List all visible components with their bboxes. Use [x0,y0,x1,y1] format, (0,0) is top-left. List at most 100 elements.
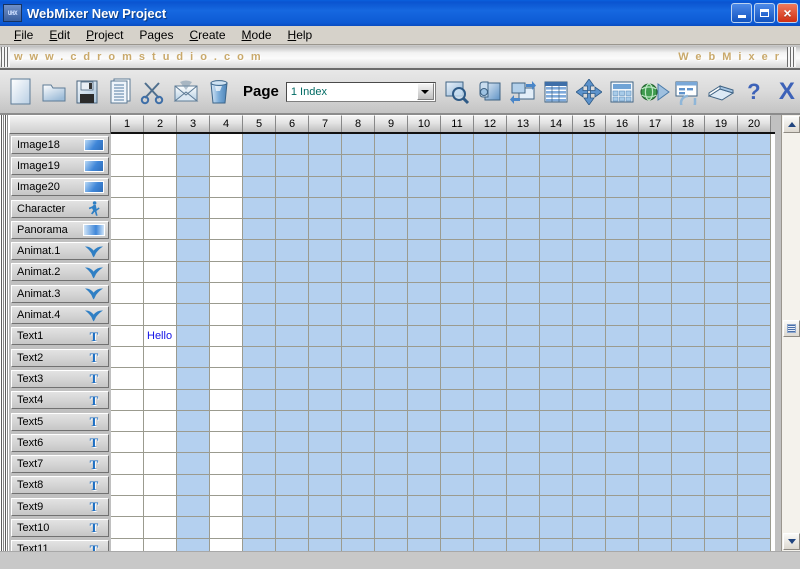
grid-cell[interactable] [375,240,408,262]
row-label-button-text10[interactable]: Text10 T [11,518,109,537]
grid-cell[interactable] [573,304,606,326]
grid-cell[interactable] [573,346,606,369]
grid-cell[interactable] [177,410,210,433]
grid-cell[interactable] [507,240,540,262]
grid-cell[interactable] [408,538,441,551]
row-label[interactable]: Character [9,198,111,219]
menu-item-project[interactable]: Project [78,27,131,43]
grid-cell[interactable] [309,176,342,198]
grid-cell[interactable] [573,410,606,433]
scroll-down-button[interactable] [783,533,800,550]
arrange-swap-icon[interactable] [508,76,538,108]
grid-cell[interactable] [408,155,441,177]
row-label[interactable]: Image20 [9,177,111,198]
grid-cell[interactable] [705,453,738,475]
grid-cell[interactable] [276,155,309,177]
grid-cell[interactable] [375,261,408,284]
grid-cell[interactable] [474,197,507,220]
grid-cell[interactable] [573,219,606,241]
grid-cell[interactable] [738,304,771,326]
grid-cell[interactable] [507,134,540,156]
menu-item-pages[interactable]: Pages [131,27,181,43]
grid-cell[interactable] [177,240,210,262]
grid-cell[interactable] [738,261,771,284]
grid-cell[interactable] [111,240,144,262]
grid-cell[interactable] [276,261,309,284]
grid-cell[interactable] [309,538,342,551]
grid-cell[interactable] [672,325,705,347]
grid-cell[interactable] [408,410,441,433]
grid-cell[interactable] [111,453,144,475]
grid-cell[interactable] [639,346,672,369]
row-label-button-image20[interactable]: Image20 [11,178,109,197]
grid-cell[interactable] [177,176,210,198]
grid-cell[interactable] [672,134,705,156]
grid-cell[interactable] [144,517,177,539]
grid-cell[interactable] [507,496,540,518]
grid-cell[interactable] [507,325,540,347]
grid-cell[interactable] [309,197,342,220]
grid-cell[interactable] [606,474,639,497]
grid-cell[interactable] [144,304,177,326]
grid-cell[interactable] [177,304,210,326]
move-arrows-icon[interactable] [574,76,604,108]
grid-cell[interactable] [111,517,144,539]
grid-cell[interactable] [441,410,474,433]
column-header-8[interactable]: 8 [342,115,375,132]
browser-refresh-icon[interactable] [673,76,703,108]
grid-cell[interactable] [342,538,375,551]
grid-cell[interactable] [243,155,276,177]
grid-cell[interactable] [606,368,639,390]
grid-cell[interactable] [276,368,309,390]
grid-cell[interactable] [441,176,474,198]
grid-cell[interactable] [276,517,309,539]
row-label-button-image19[interactable]: Image19 [11,156,109,175]
row-label[interactable]: Animat.1 [9,240,111,261]
grid-cell[interactable] [573,134,606,156]
grid-cell[interactable] [606,176,639,198]
grid-cell[interactable] [639,134,672,156]
grid-cell[interactable] [474,432,507,454]
grid-cell[interactable] [540,197,573,220]
grid-cell[interactable] [177,474,210,497]
grid-cell[interactable] [540,176,573,198]
grid-cell[interactable] [309,474,342,497]
grid-cell[interactable] [243,368,276,390]
grid-cell[interactable] [243,496,276,518]
grid-cell[interactable] [342,240,375,262]
grid-cell[interactable] [375,410,408,433]
grid-cell[interactable] [342,155,375,177]
grid-cell[interactable] [441,538,474,551]
grid-cell[interactable] [309,261,342,284]
grid-cell[interactable] [243,176,276,198]
grid-cell[interactable] [177,219,210,241]
grid-cell[interactable] [540,453,573,475]
grid-cell[interactable] [540,325,573,347]
grid-cell[interactable] [606,538,639,551]
grid-cell[interactable] [474,538,507,551]
grid-cell[interactable] [408,453,441,475]
grid-cell[interactable] [672,155,705,177]
menu-item-help[interactable]: Help [280,27,321,43]
grid-cell[interactable] [276,325,309,347]
grid-cell[interactable] [144,346,177,369]
grid-cell[interactable] [474,346,507,369]
grid-cell[interactable] [441,240,474,262]
grid-cell[interactable] [210,240,243,262]
row-label-button-image18[interactable]: Image18 [11,135,109,154]
grid-cell[interactable] [738,432,771,454]
grid-cell[interactable] [177,368,210,390]
grid-cell[interactable] [441,517,474,539]
grid-cell[interactable] [441,325,474,347]
grid-cell[interactable] [210,176,243,198]
grid-cell[interactable] [243,240,276,262]
grid-cell[interactable] [342,197,375,220]
grid-cell[interactable] [738,517,771,539]
grid-cell[interactable] [540,134,573,156]
grid-cell[interactable] [144,368,177,390]
grid-cell[interactable] [639,240,672,262]
grid-cell[interactable] [309,517,342,539]
grid-cell[interactable] [210,496,243,518]
grid-cell[interactable] [639,304,672,326]
grid-cell[interactable] [441,304,474,326]
